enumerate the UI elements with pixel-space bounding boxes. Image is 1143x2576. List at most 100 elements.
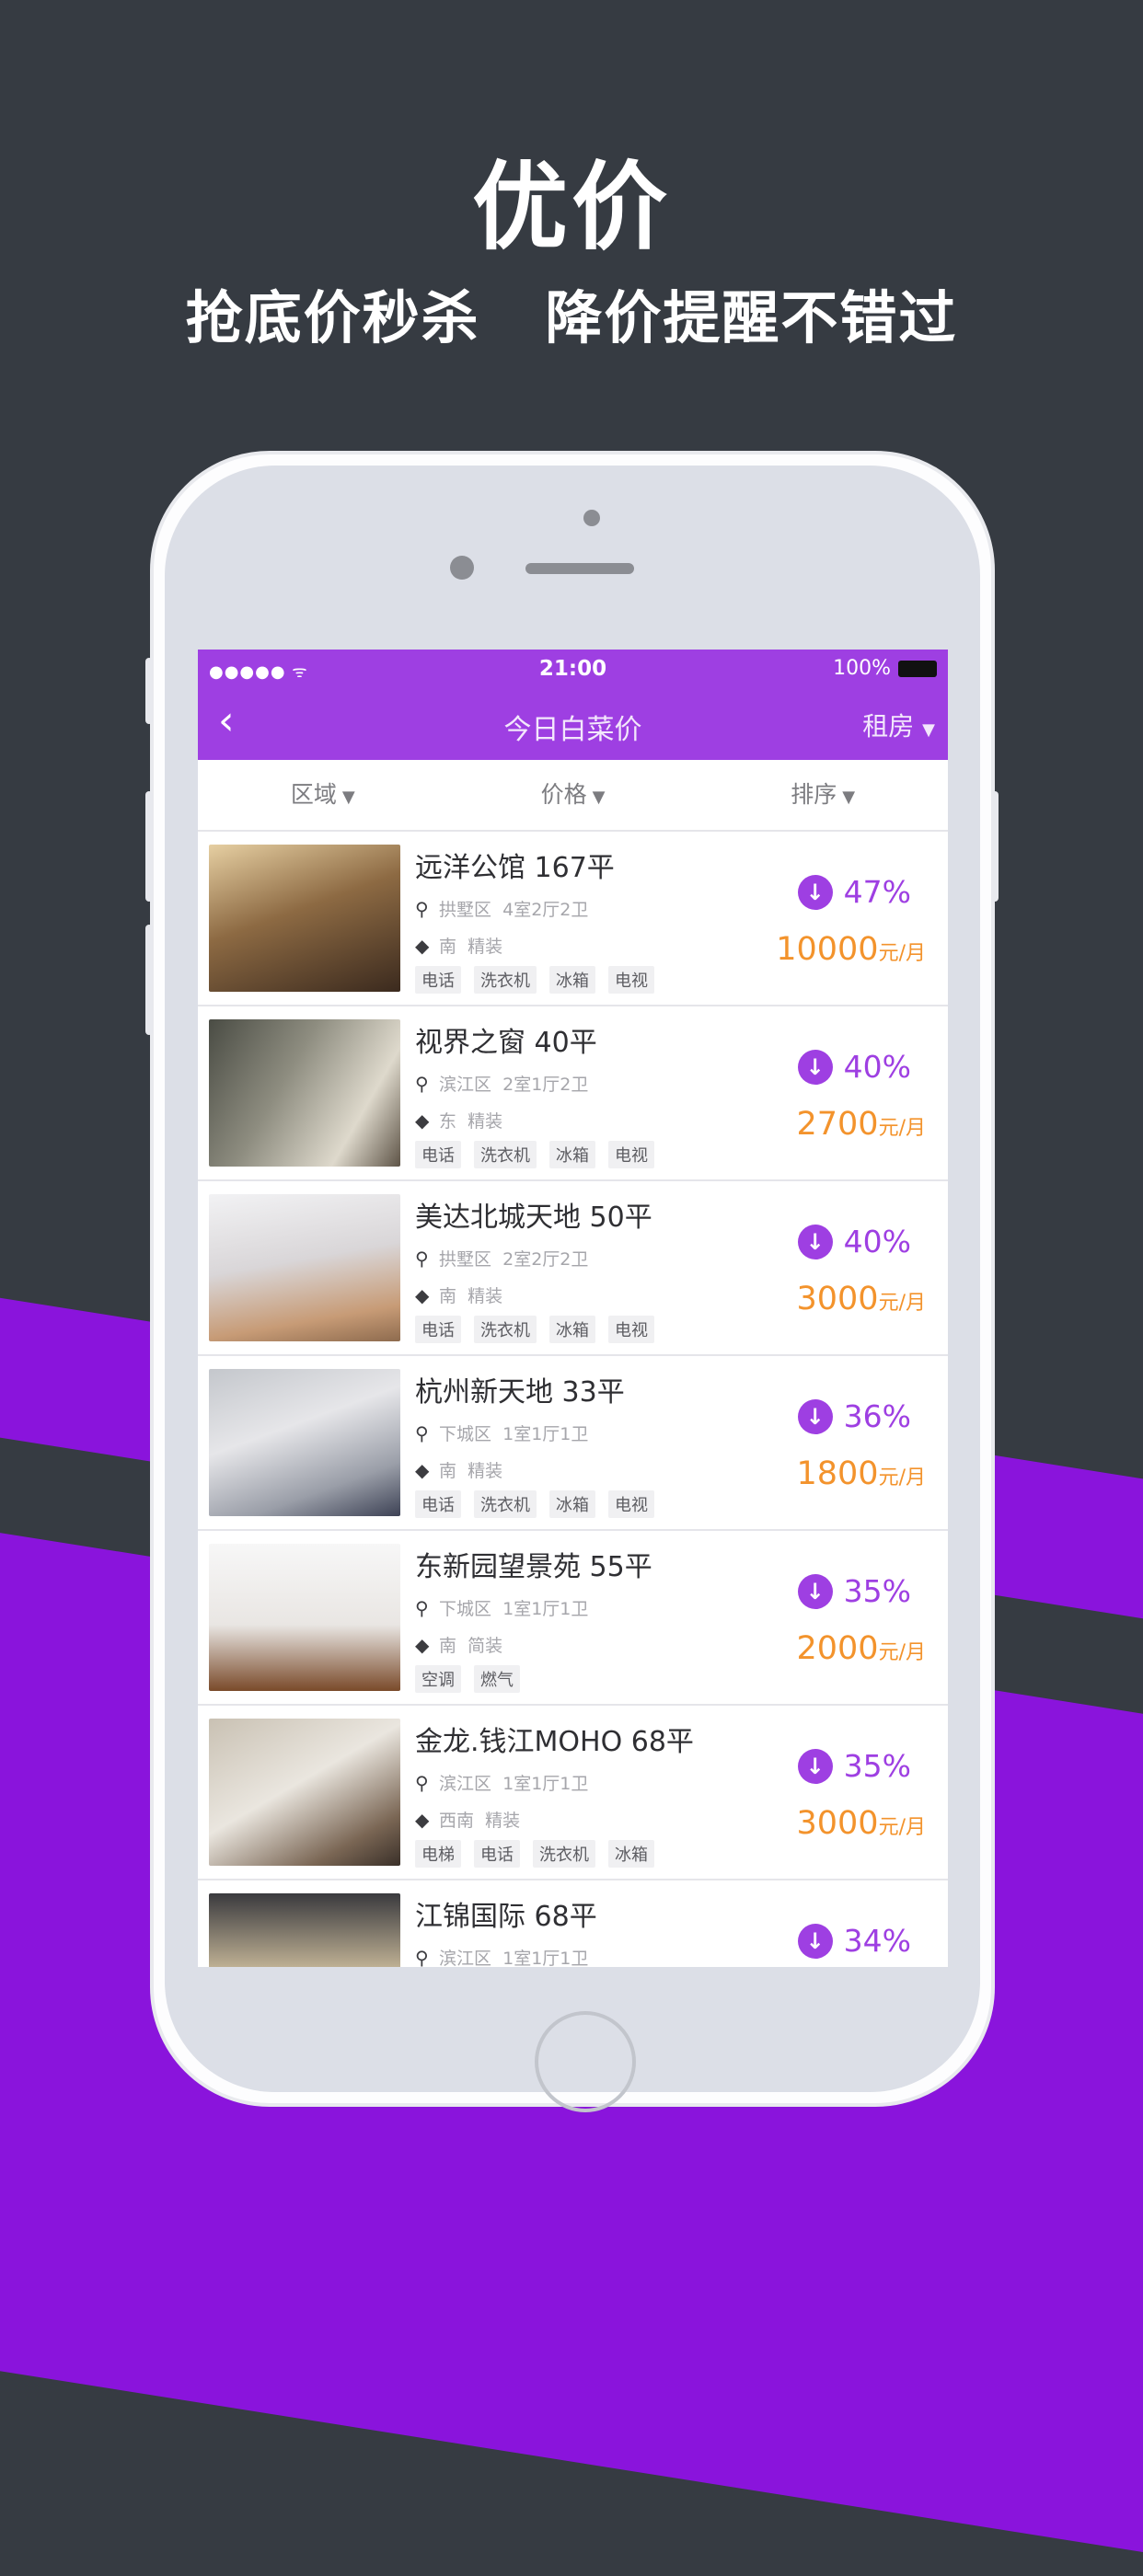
down-arrow-circle-icon: ↓ bbox=[797, 1923, 833, 1959]
listing-layout: 2室1厅2卫 bbox=[502, 1075, 589, 1095]
listing-location: ⚲ 下城区 1室1厅1卫 bbox=[415, 1420, 588, 1445]
listing-layout: 1室1厅1卫 bbox=[502, 1949, 589, 1967]
amenity-tag: 电话 bbox=[415, 1316, 461, 1343]
listing-layout: 2室2厅2卫 bbox=[502, 1249, 589, 1270]
filter-label: 区域 bbox=[290, 781, 337, 808]
listing-attributes: ◆ 南 简装 bbox=[415, 1632, 502, 1657]
listing-attributes: ◆ 南 精装 bbox=[415, 1457, 502, 1482]
amenity-tag: 电视 bbox=[608, 1316, 654, 1343]
home-button[interactable] bbox=[535, 2011, 636, 2112]
listing-attributes: ◆ 南 精装 bbox=[415, 1282, 502, 1307]
tag-icon: ◆ bbox=[415, 1459, 430, 1481]
listing-photo[interactable] bbox=[209, 1893, 400, 1967]
listing-photo[interactable] bbox=[209, 1369, 400, 1516]
price-drop: ↓ 47% bbox=[797, 874, 911, 910]
tag-icon: ◆ bbox=[415, 935, 430, 957]
listing-name: 美达北城天地 50平 bbox=[415, 1202, 652, 1234]
down-arrow-circle-icon: ↓ bbox=[797, 1224, 833, 1259]
listing-row[interactable]: 美达北城天地 50平 ⚲ 拱墅区 2室2厅2卫 ◆ 南 精装 电话 洗衣机 冰箱 电视 ↓… bbox=[198, 1181, 948, 1356]
price-drop: ↓ 34% bbox=[797, 1923, 911, 1959]
listing-layout: 4室2厅2卫 bbox=[502, 900, 589, 920]
price-drop: ↓ 40% bbox=[797, 1049, 911, 1085]
rent-type-dropdown[interactable]: 租房 ▼ bbox=[862, 707, 935, 743]
amenity-tag: 电话 bbox=[415, 1141, 461, 1168]
filter-label: 排序 bbox=[791, 781, 837, 808]
down-arrow-circle-icon: ↓ bbox=[797, 1573, 833, 1609]
mute-switch bbox=[145, 658, 153, 724]
down-arrow-circle-icon: ↓ bbox=[797, 1398, 833, 1434]
price-unit: 元/月 bbox=[878, 1292, 926, 1315]
listing-layout: 1室1厅1卫 bbox=[502, 1599, 589, 1619]
status-bar: ●●●●● ᯤ 21:00 100% bbox=[198, 650, 948, 688]
power-button bbox=[991, 791, 999, 902]
listing-name: 东新园望景苑 55平 bbox=[415, 1551, 652, 1583]
listing-row[interactable]: 远洋公馆 167平 ⚲ 拱墅区 4室2厅2卫 ◆ 南 精装 电话 洗衣机 冰箱 电视 ↓ 4… bbox=[198, 832, 948, 1006]
price-amount: 2700 bbox=[796, 1106, 879, 1143]
caret-down-icon: ▼ bbox=[842, 788, 856, 807]
listing-price: 2700元/月 bbox=[797, 1106, 927, 1143]
camera-icon bbox=[583, 510, 600, 526]
filter-label: 价格 bbox=[540, 781, 587, 808]
price-drop-percent: 40% bbox=[843, 1224, 911, 1259]
listing-photo[interactable] bbox=[209, 1194, 400, 1341]
page-title: 今日白菜价 bbox=[503, 714, 642, 746]
nav-bar: ‹ 今日白菜价 租房 ▼ bbox=[198, 688, 948, 760]
listing-name: 远洋公馆 167平 bbox=[415, 852, 615, 884]
amenity-tags: 电话 洗衣机 冰箱 电视 bbox=[415, 1316, 654, 1343]
filter-area[interactable]: 区域 ▼ bbox=[198, 760, 448, 830]
amenity-tag: 电视 bbox=[608, 1141, 654, 1168]
amenity-tag: 冰箱 bbox=[549, 1316, 595, 1343]
location-pin-icon: ⚲ bbox=[415, 1597, 429, 1619]
price-drop-percent: 47% bbox=[843, 874, 911, 910]
listing-location: ⚲ 下城区 1室1厅1卫 bbox=[415, 1595, 588, 1620]
listing-row[interactable]: 江锦国际 68平 ⚲ 滨江区 1室1厅1卫 ↓ 34% bbox=[198, 1880, 948, 1967]
listing-location: ⚲ 滨江区 1室1厅1卫 bbox=[415, 1945, 588, 1967]
caret-down-icon: ▼ bbox=[922, 720, 935, 740]
amenity-tags: 电话 洗衣机 冰箱 电视 bbox=[415, 1490, 654, 1518]
amenity-tag: 燃气 bbox=[474, 1665, 520, 1693]
volume-down-button bbox=[145, 925, 153, 1035]
listing-photo[interactable] bbox=[209, 1719, 400, 1866]
price-amount: 3000 bbox=[796, 1281, 879, 1317]
amenity-tag: 洗衣机 bbox=[474, 1141, 537, 1168]
amenity-tag: 冰箱 bbox=[549, 966, 595, 994]
listing-photo[interactable] bbox=[209, 1544, 400, 1691]
hero-subtitle: 抢底价秒杀 降价提醒不错过 bbox=[185, 284, 958, 351]
amenity-tags: 电梯 电话 洗衣机 冰箱 bbox=[415, 1840, 654, 1868]
price-drop: ↓ 36% bbox=[797, 1398, 911, 1434]
speaker-grille bbox=[525, 563, 634, 574]
listing-row[interactable]: 视界之窗 40平 ⚲ 滨江区 2室1厅2卫 ◆ 东 精装 电话 洗衣机 冰箱 电视 ↓ 40… bbox=[198, 1006, 948, 1181]
listing-row[interactable]: 东新园望景苑 55平 ⚲ 下城区 1室1厅1卫 ◆ 南 简装 空调 燃气 ↓ 35% 2… bbox=[198, 1531, 948, 1706]
caret-down-icon: ▼ bbox=[592, 788, 606, 807]
price-unit: 元/月 bbox=[878, 1641, 926, 1664]
location-pin-icon: ⚲ bbox=[415, 898, 429, 920]
filter-sort[interactable]: 排序 ▼ bbox=[698, 760, 948, 830]
filter-bar: 区域 ▼ 价格 ▼ 排序 ▼ bbox=[198, 760, 948, 832]
listing-attributes: ◆ 东 精装 bbox=[415, 1108, 502, 1133]
amenity-tags: 电话 洗衣机 冰箱 电视 bbox=[415, 1141, 654, 1168]
volume-up-button bbox=[145, 791, 153, 902]
listing-row[interactable]: 杭州新天地 33平 ⚲ 下城区 1室1厅1卫 ◆ 南 精装 电话 洗衣机 冰箱 电视 ↓ 3… bbox=[198, 1356, 948, 1531]
hero-title: 优价 bbox=[471, 151, 671, 263]
listing-photo[interactable] bbox=[209, 845, 400, 992]
rent-type-label: 租房 bbox=[862, 711, 915, 742]
listing-photo[interactable] bbox=[209, 1019, 400, 1167]
listing-layout: 1室1厅1卫 bbox=[502, 1774, 589, 1794]
listing-district: 下城区 bbox=[439, 1599, 492, 1619]
listing-row[interactable]: 金龙.钱江MOHO 68平 ⚲ 滨江区 1室1厅1卫 ◆ 西南 精装 电梯 电话 洗衣机… bbox=[198, 1706, 948, 1880]
listing-decoration: 精装 bbox=[485, 1811, 521, 1831]
price-amount: 3000 bbox=[796, 1805, 879, 1842]
listing-orientation: 南 bbox=[439, 1286, 457, 1306]
listing-district: 下城区 bbox=[439, 1424, 492, 1444]
tag-icon: ◆ bbox=[415, 1809, 430, 1831]
listing-name: 金龙.钱江MOHO 68平 bbox=[415, 1726, 694, 1758]
listing-orientation: 西南 bbox=[439, 1811, 475, 1831]
sensor-icon bbox=[450, 556, 474, 580]
listing-location: ⚲ 滨江区 2室1厅2卫 bbox=[415, 1071, 588, 1096]
filter-price[interactable]: 价格 ▼ bbox=[448, 760, 698, 830]
price-unit: 元/月 bbox=[878, 1466, 926, 1489]
listing-price: 3000元/月 bbox=[797, 1281, 927, 1317]
amenity-tag: 空调 bbox=[415, 1665, 461, 1693]
amenity-tag: 洗衣机 bbox=[474, 1316, 537, 1343]
price-drop-percent: 34% bbox=[843, 1923, 911, 1959]
